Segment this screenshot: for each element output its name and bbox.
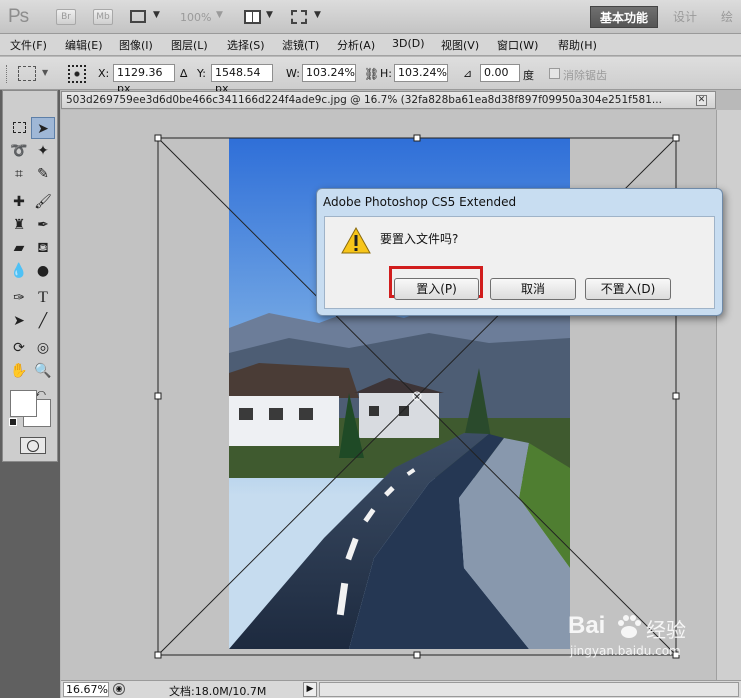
width-field[interactable]: 103.24% [302, 64, 356, 82]
pen-tool-icon[interactable]: ✑ [7, 287, 31, 309]
paint-bucket-tool-icon[interactable]: ⛾ [31, 237, 55, 259]
reference-point-icon[interactable] [68, 65, 86, 83]
close-document-icon[interactable]: ✕ [696, 95, 707, 106]
dialog-body: 要置入文件吗? 置入(P) 取消 不置入(D) [324, 216, 715, 309]
baidu-paw-icon [618, 615, 641, 638]
place-button[interactable]: 置入(P) [394, 278, 479, 300]
dialog-message: 要置入文件吗? [380, 232, 459, 246]
magic-wand-tool-icon[interactable]: ✦ [31, 140, 55, 162]
chevron-down-icon: ▼ [153, 10, 160, 20]
document-tab[interactable]: 503d269759ee3d6d0be466c341166d224f4ade9c… [61, 91, 716, 109]
quick-mask-icon [27, 440, 39, 452]
options-bar: ▼ X: 1129.36 px ∆ Y: 1548.54 px W: 103.2… [0, 57, 741, 95]
crop-tool-icon[interactable]: ⌗ [7, 163, 31, 185]
dialog-title: Adobe Photoshop CS5 Extended [323, 195, 517, 209]
zoom-tool-icon[interactable]: 🔍 [31, 360, 55, 382]
menu-filter[interactable]: 滤镜(T) [282, 37, 319, 53]
path-selection-tool-icon[interactable]: ➤ [7, 310, 31, 332]
menu-file[interactable]: 文件(F) [10, 37, 47, 53]
options-grip[interactable] [6, 65, 9, 83]
screen-mode-icon[interactable] [291, 10, 307, 24]
baidu-watermark: Bai 经验 jingyan.baidu.com [568, 612, 738, 666]
chevron-down-icon: ▼ [314, 10, 321, 20]
place-file-dialog: Adobe Photoshop CS5 Extended 要置入文件吗? 置入(… [316, 188, 723, 316]
3d-rotate-tool-icon[interactable]: ⟳ [7, 337, 31, 359]
menu-image[interactable]: 图像(I) [119, 37, 153, 53]
arrange-documents-icon[interactable] [244, 10, 261, 24]
menu-view[interactable]: 视图(V) [441, 37, 479, 53]
menu-analysis[interactable]: 分析(A) [337, 37, 375, 53]
healing-brush-tool-icon[interactable]: ✚ [7, 191, 31, 213]
angle-unit: 度 [523, 69, 534, 82]
blur-tool-icon[interactable]: 💧 [7, 260, 31, 282]
height-field[interactable]: 103.24% [394, 64, 448, 82]
3d-orbit-tool-icon[interactable]: ◎ [31, 337, 55, 359]
menu-window[interactable]: 窗口(W) [497, 37, 538, 53]
view-extras-icon[interactable] [130, 10, 146, 23]
h-label: H: [380, 67, 392, 80]
antialias-label: 消除锯齿 [563, 69, 607, 82]
status-bar: 16.67% ◉ 文档:18.0M/10.7M ▶ [61, 680, 741, 698]
history-brush-tool-icon[interactable]: ✒ [31, 214, 55, 236]
warning-icon [341, 227, 371, 254]
workspace-design[interactable]: 设计 [673, 6, 697, 28]
default-colors-icon[interactable] [9, 418, 17, 426]
document-size-info: 文档:18.0M/10.7M [169, 685, 267, 698]
chevron-down-icon: ▼ [42, 68, 49, 77]
move-tool-icon[interactable]: ➤ [31, 117, 55, 139]
move-tool-preset-icon[interactable] [18, 66, 36, 81]
clone-stamp-tool-icon[interactable]: ♜ [7, 214, 31, 236]
application-bar: Ps Br Mb ▼ 100% ▼ ▼ ▼ 基本功能 设计 绘画 [0, 0, 741, 46]
bridge-button[interactable]: Br [56, 9, 76, 25]
y-label: Y: [197, 67, 206, 80]
watermark-brand-suffix: 经验 [646, 618, 686, 642]
menu-select[interactable]: 选择(S) [227, 37, 265, 53]
menu-bar: 文件(F) 编辑(E) 图像(I) 图层(L) 选择(S) 滤镜(T) 分析(A… [0, 34, 741, 56]
link-icon[interactable]: ⛓ [364, 67, 379, 81]
workspace-essentials[interactable]: 基本功能 [590, 6, 658, 28]
dont-place-button[interactable]: 不置入(D) [585, 278, 671, 300]
cancel-button[interactable]: 取消 [490, 278, 576, 300]
menu-edit[interactable]: 编辑(E) [65, 37, 103, 53]
antialias-checkbox[interactable] [549, 68, 560, 79]
mini-bridge-button[interactable]: Mb [93, 9, 113, 25]
eyedropper-tool-icon[interactable]: ✎ [31, 163, 55, 185]
status-menu-arrow-icon[interactable]: ▶ [303, 682, 317, 697]
rotate-angle-icon: ⊿ [463, 67, 473, 80]
relative-position-icon[interactable]: ∆ [180, 67, 187, 80]
brush-tool-icon[interactable]: 🖌 [31, 191, 55, 213]
hand-tool-icon[interactable]: ✋ [7, 360, 31, 382]
zoom-field[interactable]: 16.67% [63, 682, 109, 697]
menu-3d[interactable]: 3D(D) [392, 37, 425, 50]
w-label: W: [286, 67, 300, 80]
eraser-tool-icon[interactable]: ▰ [7, 237, 31, 259]
watermark-url: jingyan.baidu.com [570, 644, 681, 658]
line-tool-icon[interactable]: ╱ [31, 310, 55, 332]
type-tool-icon[interactable]: T [31, 287, 55, 309]
foreground-color-swatch[interactable] [10, 390, 37, 417]
photoshop-window: Ps Br Mb ▼ 100% ▼ ▼ ▼ 基本功能 设计 绘画 文件(F) 编… [0, 0, 741, 698]
rotate-angle-field[interactable]: 0.00 [480, 64, 520, 82]
x-position-field[interactable]: 1129.36 px [113, 64, 175, 95]
x-label: X: [98, 67, 110, 80]
y-position-field[interactable]: 1548.54 px [211, 64, 273, 95]
watermark-brand: Bai [568, 612, 606, 639]
chevron-down-icon: ▼ [266, 10, 273, 20]
horizontal-scrollbar[interactable] [319, 682, 739, 697]
chevron-down-icon: ▼ [216, 10, 223, 20]
menu-layer[interactable]: 图层(L) [171, 37, 208, 53]
photoshop-logo: Ps [8, 6, 29, 27]
tools-panel: ➤ ➰ ✦ ⌗ ✎ ✚ 🖌 ♜ ✒ ▰ ⛾ 💧 ● ✑ T ➤ ╱ ⟳ ◎ ✋ … [2, 90, 58, 462]
status-info-icon[interactable]: ◉ [113, 683, 125, 695]
menu-help[interactable]: 帮助(H) [558, 37, 597, 53]
dodge-tool-icon[interactable]: ● [31, 260, 55, 282]
lasso-tool-icon[interactable]: ➰ [7, 140, 31, 162]
zoom-level-select[interactable]: 100% [180, 11, 211, 24]
quick-mask-button[interactable] [20, 437, 46, 454]
marquee-tool-icon[interactable] [7, 117, 31, 139]
workspace-painting[interactable]: 绘画 [721, 6, 741, 46]
